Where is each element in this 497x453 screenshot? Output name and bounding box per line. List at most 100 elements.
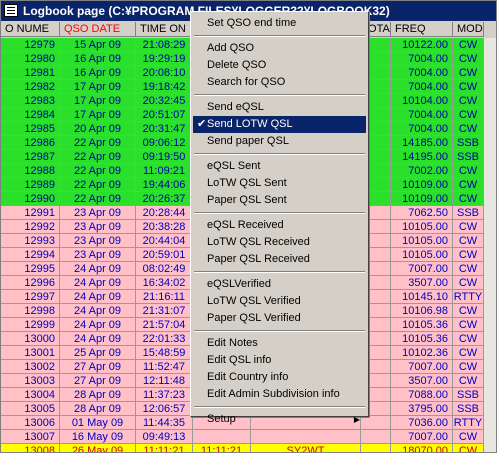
menu-item-edit-admin-subdivision-info[interactable]: Edit Admin Subdivision info	[193, 386, 366, 403]
cell-number: 12983	[1, 94, 60, 108]
cell-qso-date: 23 Apr 09	[60, 248, 136, 262]
cell-qso-date: 22 Apr 09	[60, 136, 136, 150]
menu-item-lotw-qsl-sent[interactable]: LoTW QSL Sent	[193, 175, 366, 192]
cell-time-on: 08:02:49	[136, 262, 193, 276]
cell-freq: 10102.36	[391, 346, 453, 360]
cell-number: 13008	[1, 444, 60, 452]
cell-qso-date: 20 Apr 09	[60, 122, 136, 136]
menu-item-eqslverified[interactable]: eQSLVerified	[193, 276, 366, 293]
cell-freq: 7002.00	[391, 164, 453, 178]
menu-item-label: LoTW QSL Received	[207, 236, 310, 248]
menu-separator	[194, 330, 365, 332]
cell-mode: CW	[453, 248, 484, 262]
cell-mode: CW	[453, 220, 484, 234]
cell-freq: 3795.00	[391, 402, 453, 416]
cell-time-on: 22:01:33	[136, 332, 193, 346]
cell-qso-date: 22 Apr 09	[60, 164, 136, 178]
menu-item-send-eqsl[interactable]: Send eQSL	[193, 99, 366, 116]
cell-number: 13004	[1, 388, 60, 402]
cell-time-off	[193, 430, 251, 444]
cell-iota	[361, 444, 391, 452]
menu-item-label: LoTW QSL Verified	[207, 295, 301, 307]
cell-freq: 10109.00	[391, 192, 453, 206]
menu-item-label: Search for QSO	[207, 76, 286, 88]
menu-item-eqsl-received[interactable]: eQSL Received	[193, 217, 366, 234]
menu-item-search-for-qso[interactable]: Search for QSO	[193, 74, 366, 91]
cell-qso-date: 24 Apr 09	[60, 304, 136, 318]
column-header-qso-date[interactable]: QSO DATE	[60, 22, 136, 37]
cell-qso-date: 26 May 09	[60, 444, 136, 452]
cell-number: 12999	[1, 318, 60, 332]
menu-item-send-lotw-qsl[interactable]: ✔ Send LOTW QSL	[193, 116, 366, 133]
cell-mode: CW	[453, 318, 484, 332]
cell-number: 12980	[1, 52, 60, 66]
cell-time-on: 11:52:47	[136, 360, 193, 374]
menu-item-edit-country-info[interactable]: Edit Country info	[193, 369, 366, 386]
menu-item-paper-qsl-received[interactable]: Paper QSL Received	[193, 251, 366, 268]
menu-separator	[194, 271, 365, 273]
menu-item-paper-qsl-sent[interactable]: Paper QSL Sent	[193, 192, 366, 209]
cell-freq: 3507.00	[391, 276, 453, 290]
column-header-time-on[interactable]: TIME ON	[136, 22, 193, 37]
cell-number: 13002	[1, 360, 60, 374]
cell-freq: 7007.00	[391, 360, 453, 374]
cell-freq: 10109.00	[391, 178, 453, 192]
menu-item-set-qso-end-time[interactable]: Set QSO end time	[193, 15, 366, 32]
cell-mode: CW	[453, 38, 484, 52]
cell-mode: CW	[453, 430, 484, 444]
cell-qso-date: 01 May 09	[60, 416, 136, 430]
menu-item-paper-qsl-verified[interactable]: Paper QSL Verified	[193, 310, 366, 327]
column-header-freq[interactable]: FREQ	[391, 22, 453, 37]
cell-qso-date: 27 Apr 09	[60, 374, 136, 388]
menu-item-delete-qso[interactable]: Delete QSO	[193, 57, 366, 74]
cell-call	[251, 430, 361, 444]
menu-item-label: eQSL Sent	[207, 160, 261, 172]
table-row[interactable]: 13008 26 May 09 11:11:21 11:11:21 SY2WT 18070…	[1, 444, 496, 452]
menu-item-label: eQSL Received	[207, 219, 284, 231]
cell-qso-date: 24 Apr 09	[60, 262, 136, 276]
checkmark-icon: ✔	[197, 118, 207, 130]
cell-freq: 14195.00	[391, 150, 453, 164]
cell-call: SY2WT	[251, 444, 361, 452]
window-menu-icon[interactable]	[4, 4, 18, 17]
cell-time-on: 20:08:10	[136, 66, 193, 80]
cell-time-on: 09:06:12	[136, 136, 193, 150]
menu-item-setup[interactable]: Setup ▶	[193, 411, 366, 428]
cell-freq: 7062.50	[391, 206, 453, 220]
cell-qso-date: 23 Apr 09	[60, 206, 136, 220]
cell-qso-date: 16 Apr 09	[60, 52, 136, 66]
menu-item-send-paper-qsl[interactable]: Send paper QSL	[193, 133, 366, 150]
cell-mode: SSB	[453, 402, 484, 416]
cell-iota	[361, 430, 391, 444]
cell-number: 12994	[1, 248, 60, 262]
table-row[interactable]: 13007 16 May 09 09:49:13 7007.00 CW	[1, 430, 496, 444]
cell-time-on: 09:19:50	[136, 150, 193, 164]
cell-qso-date: 24 Apr 09	[60, 332, 136, 346]
cell-qso-date: 24 Apr 09	[60, 276, 136, 290]
menu-item-eqsl-sent[interactable]: eQSL Sent	[193, 158, 366, 175]
menu-item-edit-notes[interactable]: Edit Notes	[193, 335, 366, 352]
menu-item-edit-qsl-info[interactable]: Edit QSL info	[193, 352, 366, 369]
cell-freq: 7004.00	[391, 66, 453, 80]
cell-freq: 7007.00	[391, 430, 453, 444]
cell-mode: CW	[453, 66, 484, 80]
column-header-number[interactable]: O NUME	[1, 22, 60, 37]
cell-mode: CW	[453, 304, 484, 318]
menu-item-add-qso[interactable]: Add QSO	[193, 40, 366, 57]
menu-item-label: Edit Country info	[207, 371, 289, 383]
column-header-mode[interactable]: MODE	[453, 22, 484, 37]
cell-time-on: 20:26:37	[136, 192, 193, 206]
menu-item-lotw-qsl-received[interactable]: LoTW QSL Received	[193, 234, 366, 251]
cell-time-on: 11:37:23	[136, 388, 193, 402]
cell-time-on: 21:31:07	[136, 304, 193, 318]
cell-time-on: 20:59:01	[136, 248, 193, 262]
cell-number: 12997	[1, 290, 60, 304]
menu-item-label: Delete QSO	[207, 59, 267, 71]
cell-time-on: 19:44:06	[136, 178, 193, 192]
menu-item-lotw-qsl-verified[interactable]: LoTW QSL Verified	[193, 293, 366, 310]
cell-number: 12988	[1, 164, 60, 178]
cell-qso-date: 17 Apr 09	[60, 94, 136, 108]
vertical-scrollbar[interactable]	[484, 38, 496, 452]
cell-mode: RTTY	[453, 416, 484, 430]
cell-time-off: 11:11:21	[193, 444, 251, 452]
